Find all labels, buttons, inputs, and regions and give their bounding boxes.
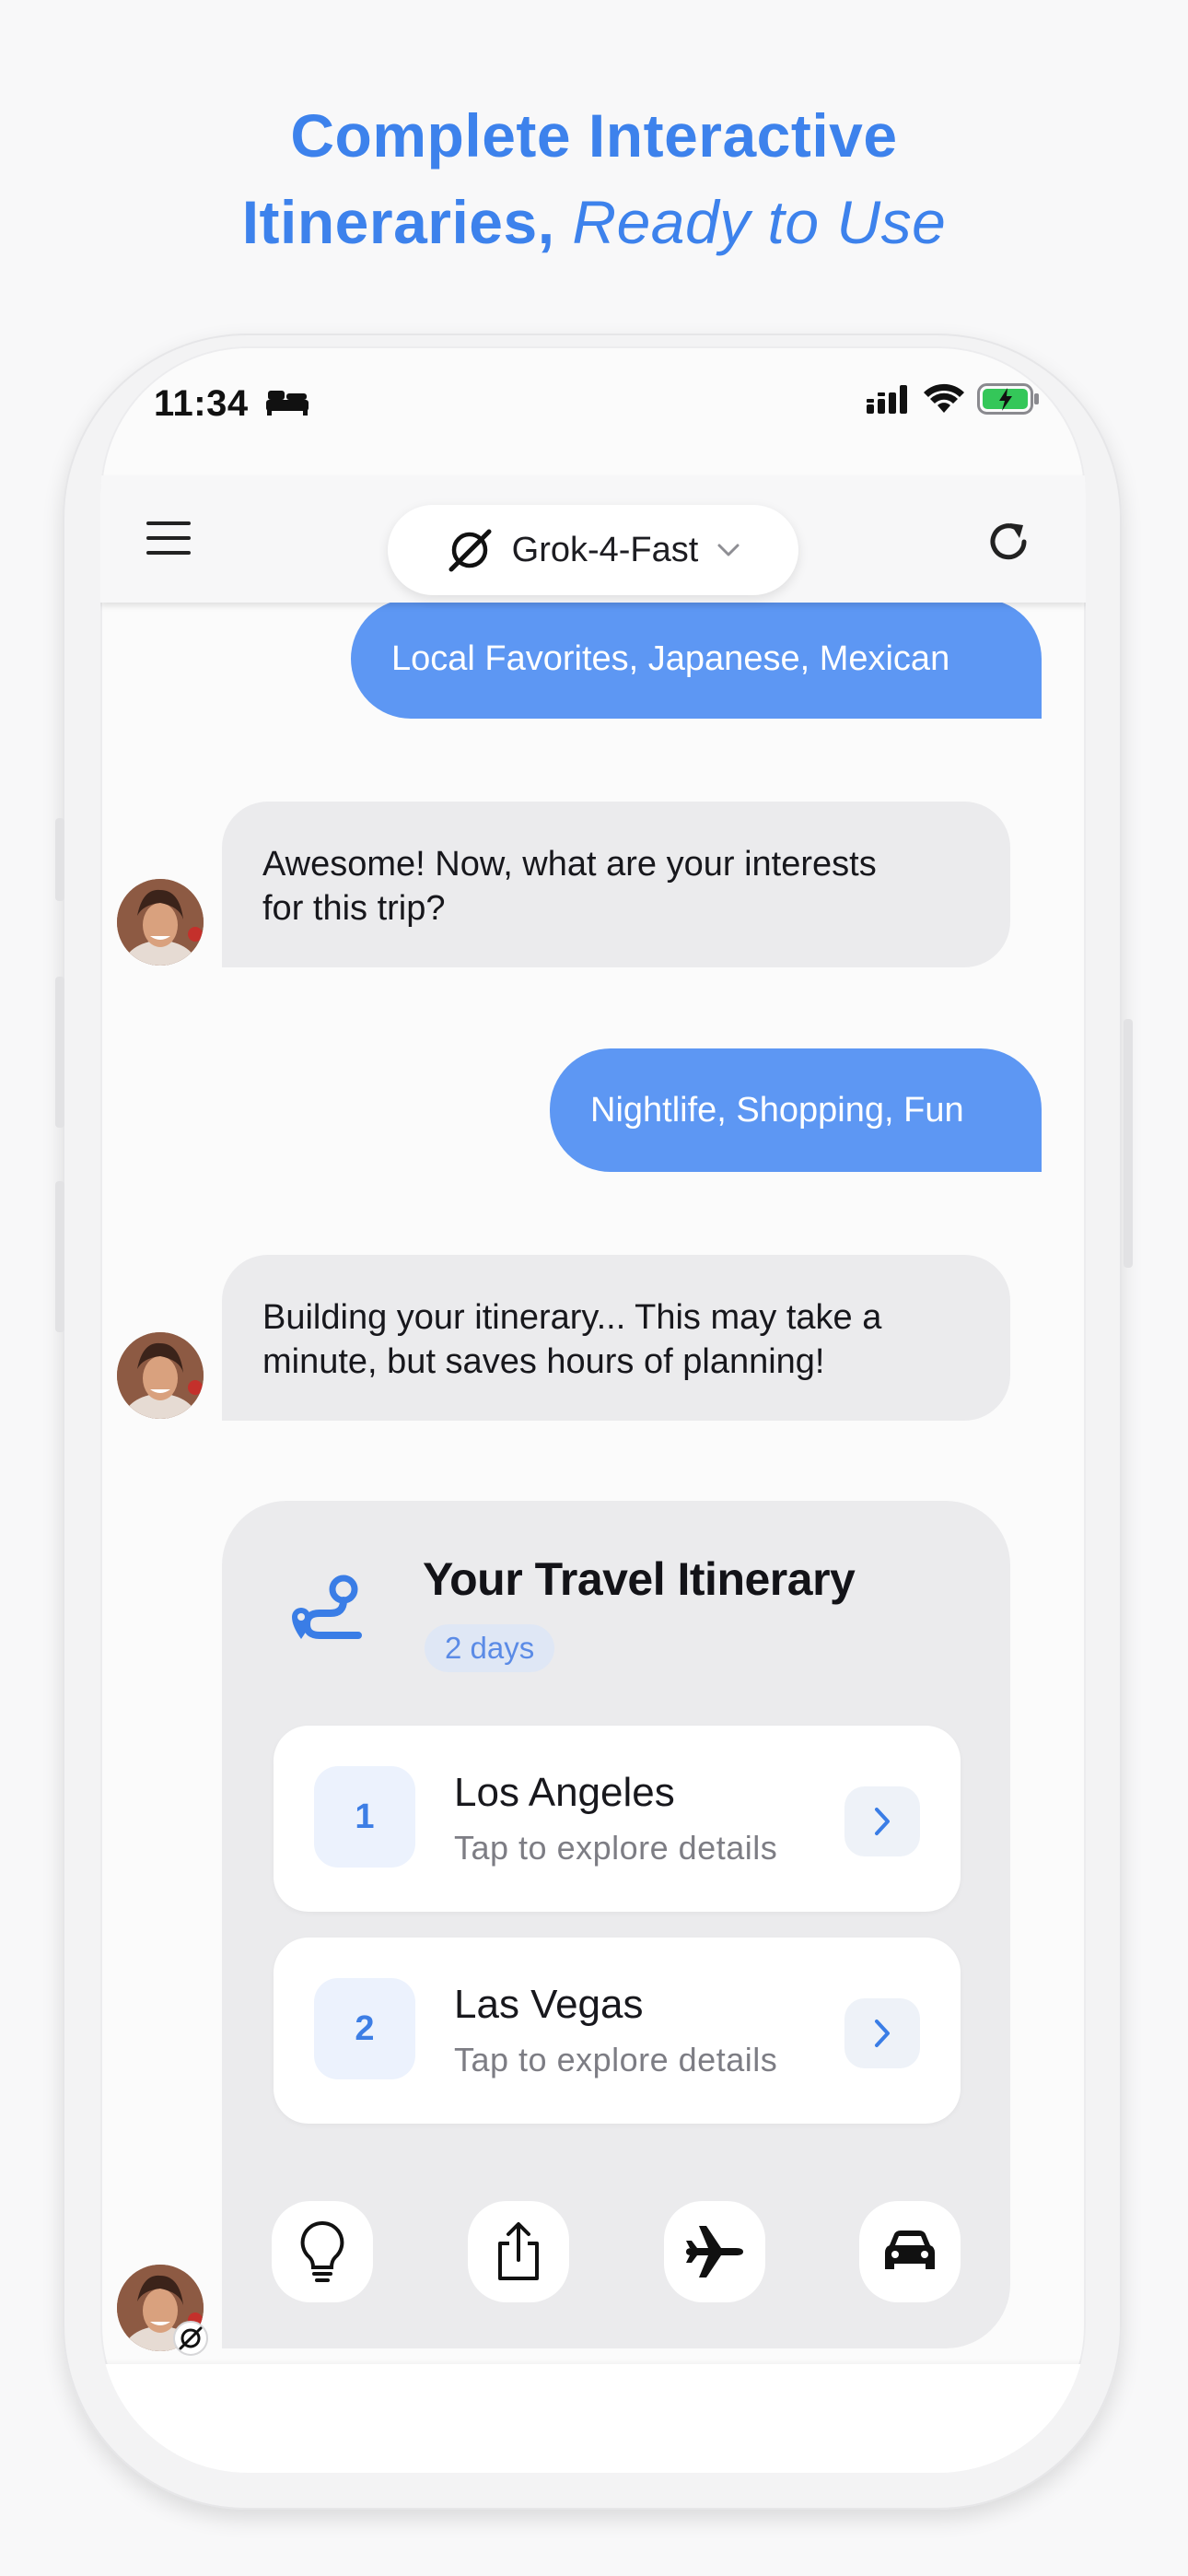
phone-screen: 11:34 Grok-4-Fast Local Favorites, Japan… bbox=[100, 346, 1086, 2473]
day-number: 1 bbox=[314, 1766, 415, 1868]
assistant-avatar[interactable] bbox=[117, 1332, 204, 1419]
hamburger-menu-icon[interactable] bbox=[145, 518, 192, 558]
airplane-icon bbox=[686, 2226, 743, 2277]
assistant-message-line: for this trip? bbox=[262, 889, 446, 928]
cellular-signal-icon bbox=[867, 385, 907, 414]
headline-bold-text: Itineraries, bbox=[241, 188, 555, 256]
grok-badge-icon bbox=[173, 2321, 208, 2356]
chevron-right-icon bbox=[875, 2020, 890, 2047]
status-icons bbox=[867, 383, 1040, 415]
day-subtitle: Tap to explore details bbox=[454, 2041, 778, 2078]
headline-line-1: Complete Interactive bbox=[290, 101, 898, 170]
route-icon bbox=[292, 1575, 362, 1639]
car-rental-button[interactable] bbox=[859, 2201, 961, 2302]
itinerary-title: Your Travel Itinerary bbox=[423, 1553, 856, 1605]
model-name: Grok-4-Fast bbox=[511, 530, 699, 569]
flights-button[interactable] bbox=[664, 2201, 765, 2302]
phone-volume-up bbox=[55, 977, 64, 1128]
day-city: Los Angeles bbox=[454, 1770, 675, 1815]
user-message-text: Nightlife, Shopping, Fun bbox=[590, 1090, 964, 1130]
day-subtitle: Tap to explore details bbox=[454, 1829, 778, 1867]
chevron-down-icon bbox=[717, 544, 740, 556]
share-button[interactable] bbox=[468, 2201, 569, 2302]
assistant-message-line: Awesome! Now, what are your interests bbox=[262, 845, 877, 884]
phone-power-button bbox=[1124, 1019, 1133, 1268]
user-message-bubble: Local Favorites, Japanese, Mexican bbox=[351, 599, 1042, 719]
share-icon bbox=[498, 2222, 539, 2280]
day-number: 2 bbox=[314, 1978, 415, 2079]
day-open-button[interactable] bbox=[844, 1786, 920, 1856]
bed-icon bbox=[266, 391, 309, 416]
lightbulb-icon bbox=[300, 2220, 344, 2282]
phone-volume-down bbox=[55, 1181, 64, 1332]
top-navbar: Grok-4-Fast bbox=[100, 475, 1086, 603]
tips-button[interactable] bbox=[272, 2201, 373, 2302]
headline-italic-text: Ready to Use bbox=[572, 188, 947, 256]
assistant-message-line: minute, but saves hours of planning! bbox=[262, 1342, 825, 1381]
car-icon bbox=[885, 2231, 935, 2269]
itinerary-day-card[interactable]: 1 Los Angeles Tap to explore details bbox=[274, 1726, 961, 1912]
wifi-icon bbox=[924, 383, 964, 413]
itinerary-day-card[interactable]: 2 Las Vegas Tap to explore details bbox=[274, 1938, 961, 2124]
assistant-avatar[interactable] bbox=[117, 879, 204, 966]
assistant-message-bubble: Awesome! Now, what are your interests fo… bbox=[222, 802, 1010, 967]
day-city: Las Vegas bbox=[454, 1982, 644, 2027]
battery-charging-icon bbox=[977, 383, 1039, 415]
user-message-bubble: Nightlife, Shopping, Fun bbox=[550, 1048, 1042, 1172]
day-open-button[interactable] bbox=[844, 1998, 920, 2068]
headline-line-2: Itineraries, Ready to Use bbox=[0, 179, 1188, 265]
refresh-icon[interactable] bbox=[984, 518, 1032, 566]
status-time: 11:34 bbox=[154, 383, 249, 424]
model-selector[interactable]: Grok-4-Fast bbox=[388, 505, 798, 595]
phone-mute-switch bbox=[55, 818, 64, 901]
assistant-message-line: Building your itinerary... This may take… bbox=[262, 1298, 882, 1337]
grok-logo-icon bbox=[448, 529, 492, 572]
itinerary-duration-badge: 2 days bbox=[425, 1624, 555, 1672]
chevron-right-icon bbox=[875, 1808, 890, 1835]
marketing-headline: Complete Interactive Itineraries, Ready … bbox=[0, 92, 1188, 265]
itinerary-card: Your Travel Itinerary 2 days 1 Los Angel… bbox=[222, 1501, 1010, 2348]
assistant-message-bubble: Building your itinerary... This may take… bbox=[222, 1255, 1010, 1421]
chat-input-area[interactable] bbox=[100, 2364, 1086, 2473]
user-message-text: Local Favorites, Japanese, Mexican bbox=[391, 638, 950, 678]
